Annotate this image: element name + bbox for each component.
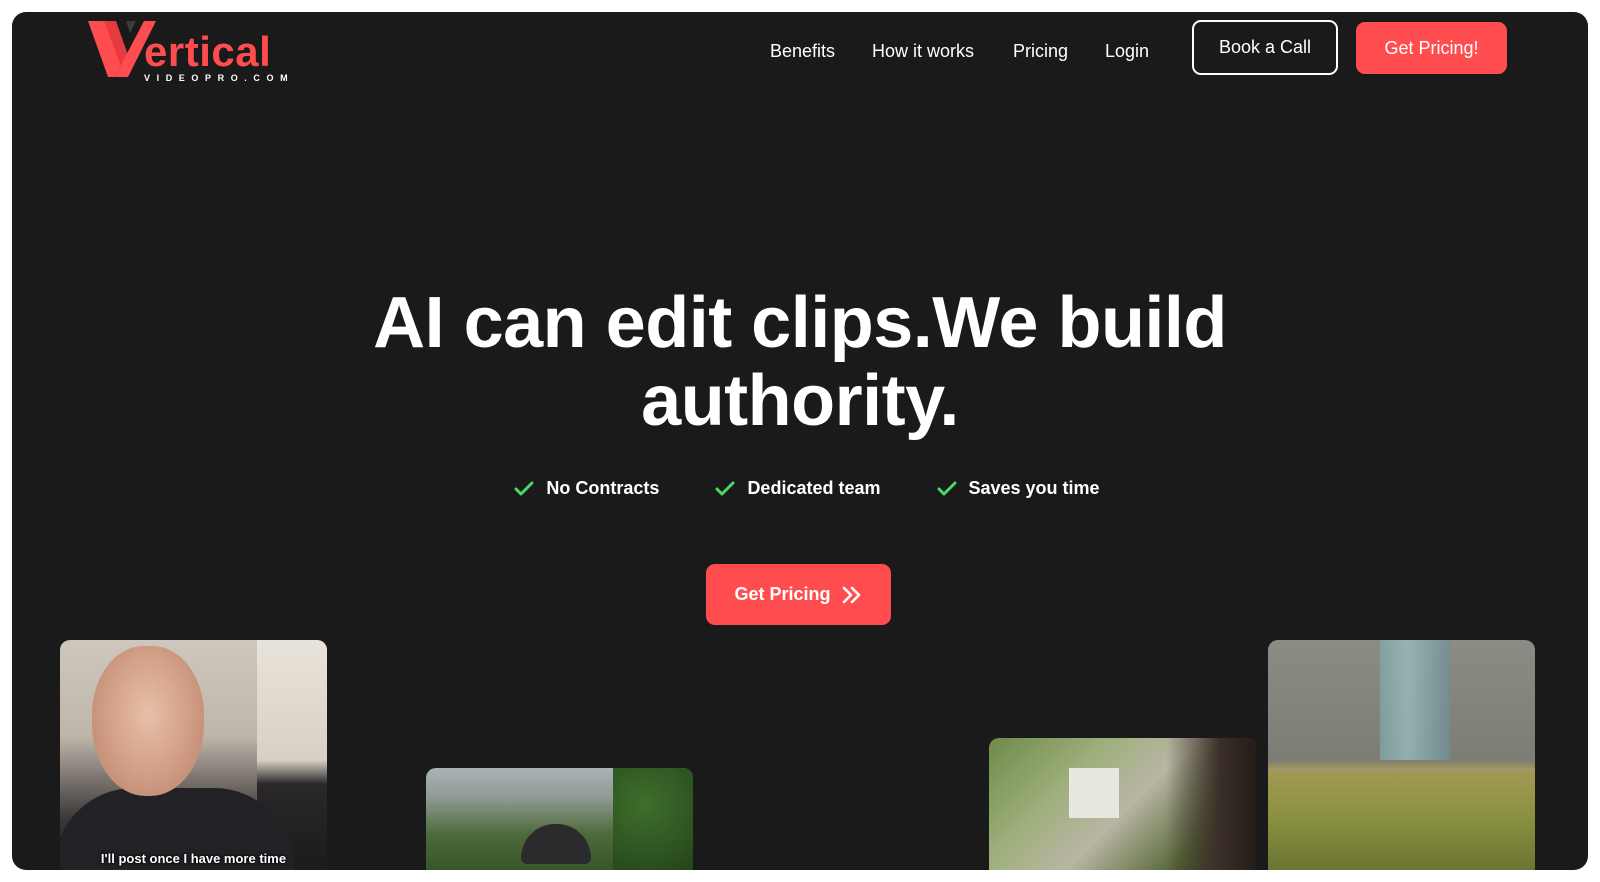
video-thumbnail-2[interactable] [426, 768, 693, 870]
thumbnail-person-legs [1380, 640, 1450, 760]
logo-wordmark: ertical [144, 28, 272, 75]
nav-link-benefits[interactable]: Benefits [770, 36, 835, 66]
video-thumbnail-1[interactable]: I'll post once I have more time [60, 640, 327, 870]
hero-headline: AI can edit clips.We build authority. [12, 284, 1588, 440]
video-thumbnail-3[interactable] [989, 738, 1256, 870]
feature-list: No Contracts Dedicated team Saves you ti… [12, 478, 1588, 499]
hero-headline-line1: AI can edit clips.We build [373, 283, 1227, 363]
header-get-pricing-button[interactable]: Get Pricing! [1356, 22, 1507, 74]
logo-subtext: VIDEOPRO.COM [144, 73, 295, 83]
nav-link-login[interactable]: Login [1105, 36, 1149, 66]
page-frame: ertical VIDEOPRO.COM Benefits How it wor… [12, 12, 1588, 870]
double-chevron-right-icon [842, 586, 860, 603]
check-icon [715, 481, 735, 495]
thumbnail-person-silhouette [1166, 738, 1256, 870]
brand-logo[interactable]: ertical VIDEOPRO.COM [86, 17, 288, 87]
video-caption: I'll post once I have more time [100, 851, 287, 866]
feature-item-saves-time: Saves you time [923, 478, 1100, 499]
nav-link-pricing[interactable]: Pricing [1013, 36, 1068, 66]
hero-headline-line2: authority. [641, 361, 959, 441]
check-icon [937, 481, 956, 495]
thumbnail-trees [613, 768, 693, 870]
thumbnail-divider [1268, 768, 1535, 770]
thumbnail-person-cap [521, 824, 591, 864]
thumbnail-person-face [92, 646, 204, 796]
thumbnail-house [1069, 768, 1119, 818]
feature-label: No Contracts [546, 478, 660, 498]
check-icon [514, 481, 534, 495]
hero-get-pricing-button[interactable]: Get Pricing [706, 564, 891, 625]
book-call-button[interactable]: Book a Call [1192, 20, 1338, 75]
feature-item-dedicated-team: Dedicated team [701, 478, 881, 499]
feature-label: Saves you time [968, 478, 1100, 498]
nav-link-how-it-works[interactable]: How it works [872, 36, 974, 66]
video-thumbnail-4[interactable] [1268, 640, 1535, 870]
cta-label: Get Pricing [734, 584, 831, 604]
feature-item-no-contracts: No Contracts [500, 478, 659, 499]
feature-label: Dedicated team [747, 478, 881, 498]
